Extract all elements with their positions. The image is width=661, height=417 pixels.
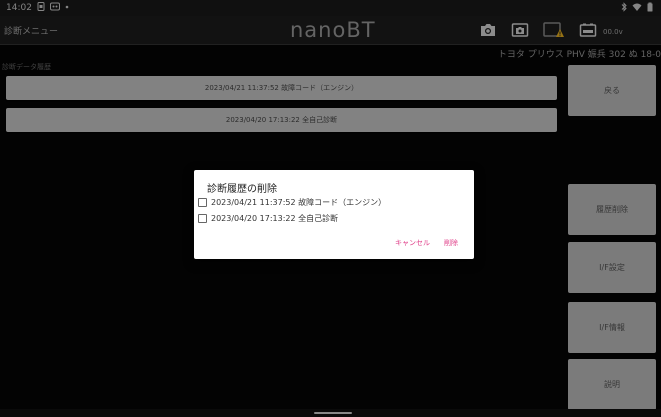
navigation-bar	[0, 409, 661, 417]
delete-button[interactable]: 削除	[444, 238, 458, 248]
checkbox[interactable]	[198, 198, 207, 207]
dialog-item[interactable]: 2023/04/20 17:13:22 全自己診断	[198, 213, 338, 224]
dialog-item-label: 2023/04/21 11:37:52 故障コード（エンジン）	[211, 198, 387, 207]
dialog-item[interactable]: 2023/04/21 11:37:52 故障コード（エンジン）	[198, 197, 386, 208]
delete-history-dialog: 診断履歴の削除 2023/04/21 11:37:52 故障コード（エンジン） …	[194, 170, 474, 259]
dialog-item-label: 2023/04/20 17:13:22 全自己診断	[211, 214, 339, 223]
dialog-actions: キャンセル 削除	[395, 238, 458, 248]
screen: 14:02 診断メニュー nanoBT 00.0v トヨタ プリウス PHV 娠…	[0, 0, 661, 417]
cancel-button[interactable]: キャンセル	[395, 238, 430, 248]
home-indicator[interactable]	[314, 412, 352, 414]
dialog-title: 診断履歴の削除	[207, 184, 277, 195]
checkbox[interactable]	[198, 214, 207, 223]
